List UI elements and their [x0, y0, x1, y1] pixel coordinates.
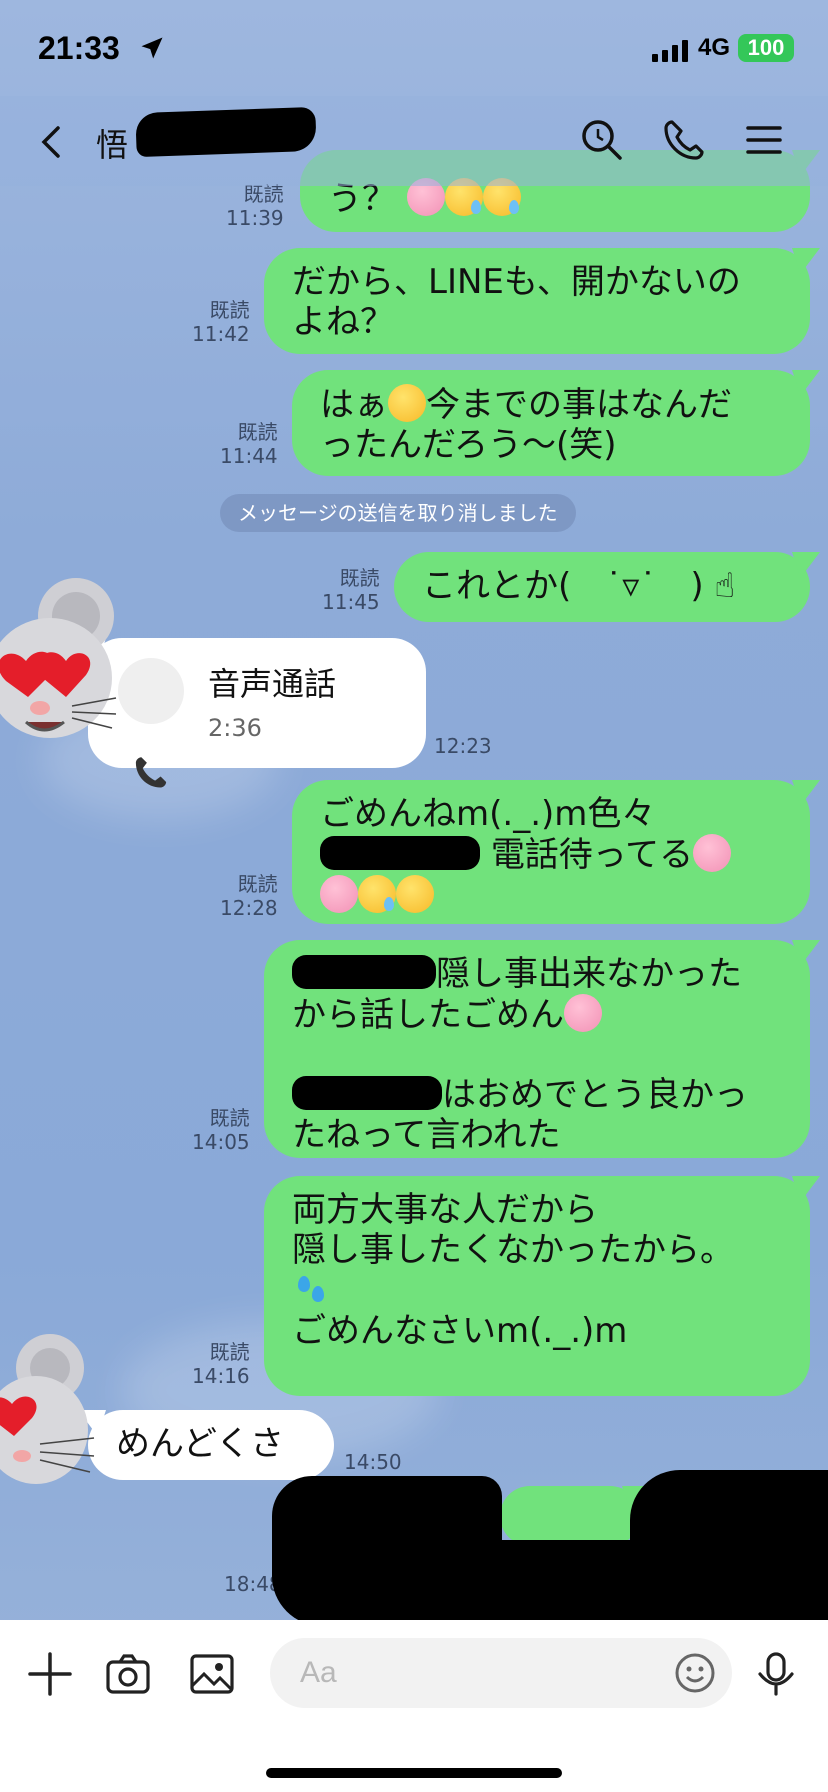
- chat-header: 悟: [0, 96, 828, 186]
- call-duration: 2:36: [208, 714, 262, 742]
- image-icon[interactable]: [186, 1648, 238, 1700]
- hand-pointing-icon: ☝: [714, 566, 736, 606]
- mouse-avatar-icon[interactable]: [0, 566, 122, 756]
- read-receipt: 既読 11:39: [226, 182, 284, 230]
- status-time: 21:33: [38, 30, 120, 66]
- pleading-face-icon: [693, 834, 732, 872]
- input-bar: Aa: [0, 1620, 828, 1792]
- back-chevron-icon[interactable]: [34, 120, 74, 164]
- emoji-icon[interactable]: [672, 1650, 718, 1696]
- message-text: 両方大事な人だから 隠し事したくなかったから。: [292, 1190, 734, 1270]
- person-bowing-icon: [564, 994, 602, 1032]
- redacted-text: [292, 1076, 442, 1110]
- message-text: ごめんなさいm(._.)m: [292, 1311, 628, 1351]
- message-bubble[interactable]: だから、LINEも、開かないの よね？: [264, 248, 810, 354]
- message-time: 12:23: [434, 734, 492, 758]
- camera-icon[interactable]: [102, 1648, 154, 1700]
- message-text: 電話待ってる: [490, 835, 694, 875]
- crying-face-icon: [358, 875, 396, 913]
- sweat-droplets-icon: [292, 1270, 330, 1308]
- microphone-icon[interactable]: [750, 1648, 802, 1700]
- plus-icon[interactable]: [24, 1648, 76, 1700]
- message-bubble[interactable]: はぁ 今までの事はなんだ ったんだろう〜(笑): [292, 370, 810, 476]
- redacted-text: [292, 955, 436, 989]
- signal-icon: [652, 40, 688, 62]
- message-text: めんどくさ: [116, 1424, 284, 1464]
- smiling-face-icon: [396, 875, 434, 913]
- call-icon-circle: [118, 658, 184, 788]
- read-receipt: 既読 14:16: [192, 1340, 250, 1388]
- status-bar: 21:33 4G 100: [0, 0, 828, 96]
- message-input[interactable]: Aa: [270, 1638, 732, 1708]
- read-receipt: 既読 12:28: [220, 872, 278, 920]
- redacted-text: [320, 836, 480, 870]
- read-receipt: 既読 11:42: [192, 298, 250, 346]
- mouse-avatar-icon[interactable]: [0, 1322, 102, 1502]
- message-text: はぁ: [320, 385, 388, 425]
- incoming-message-bubble[interactable]: めんどくさ: [88, 1410, 334, 1480]
- message-bubble[interactable]: [500, 1486, 640, 1546]
- location-arrow-icon: [141, 37, 163, 59]
- phone-icon: [135, 757, 167, 788]
- call-label: 音声通話: [208, 665, 337, 703]
- chat-screen: 21:33 4G 100 悟 既読 11:39 う？ 既読 11:42 だから、LI…: [0, 0, 828, 1792]
- sleepy-face-icon: [388, 384, 426, 422]
- menu-icon[interactable]: [740, 116, 788, 164]
- network-type: 4G: [698, 34, 731, 61]
- read-receipt: 既読 11:45: [322, 566, 380, 614]
- input-placeholder: Aa: [300, 1656, 337, 1689]
- unsent-notice: メッセージの送信を取り消しました: [220, 494, 576, 532]
- read-receipt: 既読 14:05: [192, 1106, 250, 1154]
- message-bubble[interactable]: 両方大事な人だから 隠し事したくなかったから。 ごめんなさいm(._.)m: [264, 1176, 810, 1396]
- message-text: だから、LINEも、開かないの よね？: [292, 262, 741, 342]
- battery-icon: 100: [738, 34, 794, 62]
- message-text: これとか( ˙▿˙ ): [422, 566, 704, 606]
- pleading-face-icon: [320, 875, 358, 913]
- message-bubble[interactable]: 隠し事出来なかった から話したごめん はおめでとう良かっ たねって言われた: [264, 940, 810, 1158]
- redacted-area: [272, 1476, 502, 1626]
- search-icon[interactable]: [578, 116, 626, 164]
- read-receipt: 既読 11:44: [220, 420, 278, 468]
- contact-name[interactable]: 悟: [96, 120, 128, 166]
- message-time: 14:50: [344, 1450, 402, 1474]
- message-text: ごめんねm(._.)m色々: [320, 794, 656, 834]
- phone-icon[interactable]: [660, 116, 708, 164]
- voice-call-bubble[interactable]: 音声通話 2:36: [88, 638, 426, 788]
- message-bubble[interactable]: ごめんねm(._.)m色々 電話待ってる: [292, 780, 810, 924]
- home-indicator[interactable]: [266, 1768, 562, 1778]
- message-bubble[interactable]: これとか( ˙▿˙ ) ☝: [394, 552, 810, 622]
- redacted-name: [135, 106, 317, 158]
